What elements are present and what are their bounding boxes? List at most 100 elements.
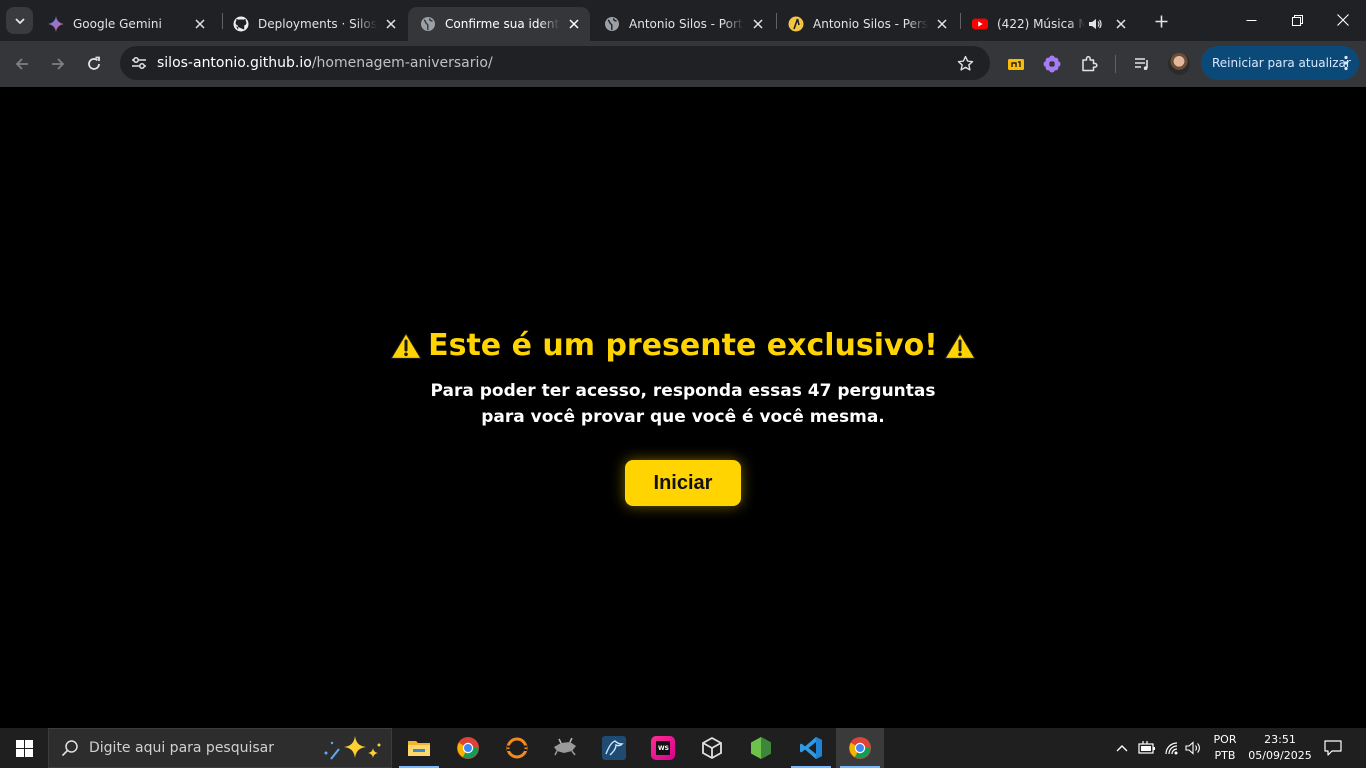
- address-bar[interactable]: silos-antonio.github.io/homenagem-aniver…: [120, 46, 990, 80]
- profile-avatar[interactable]: [1168, 53, 1190, 75]
- search-icon: [61, 740, 78, 757]
- taskbar-webstorm[interactable]: WS: [639, 728, 687, 768]
- flower-icon: [1043, 55, 1061, 73]
- network-tray-button[interactable]: [1163, 738, 1181, 758]
- extensions-button[interactable]: [1077, 52, 1101, 76]
- browser-tab-strip: Google Gemini Deployments · Silos-Antoni…: [0, 0, 1366, 41]
- volume-tray-button[interactable]: [1185, 738, 1203, 758]
- file-explorer-icon: [408, 741, 430, 756]
- forward-button[interactable]: [43, 49, 73, 79]
- wampserver-icon: [554, 738, 576, 756]
- heading-text: Este é um presente exclusivo!: [428, 328, 938, 363]
- taskbar-wampserver[interactable]: [541, 728, 589, 768]
- close-window-button[interactable]: [1320, 0, 1366, 40]
- tab-google-gemini[interactable]: Google Gemini: [36, 7, 216, 41]
- tab-confirme-identidade[interactable]: Confirme sua identidade: [408, 7, 590, 41]
- url-path: /homenagem-aniversario/: [311, 55, 493, 71]
- arrow-left-icon: [15, 58, 28, 70]
- url-text[interactable]: silos-antonio.github.io/homenagem-aniver…: [157, 55, 493, 71]
- reload-button[interactable]: [79, 49, 109, 79]
- access-message: Para poder ter acesso, responda essas 47…: [430, 381, 936, 427]
- windows-taskbar: Digite aqui para pesquisar WS POR PTB 23…: [0, 728, 1366, 768]
- custom-site-icon: [788, 16, 804, 32]
- restore-button[interactable]: [1274, 0, 1320, 40]
- chevron-up-icon: [1116, 745, 1128, 752]
- extension-flower-button[interactable]: [1040, 52, 1064, 76]
- tab-personal[interactable]: Antonio Silos - Personal: [776, 7, 958, 41]
- notifications-button[interactable]: [1318, 736, 1348, 760]
- back-button[interactable]: [7, 49, 37, 79]
- toolbar-separator: [1115, 55, 1116, 73]
- taskbar-chrome[interactable]: [444, 728, 492, 768]
- github-icon: [233, 16, 249, 32]
- windows-logo-icon: [15, 739, 33, 757]
- close-tab-icon[interactable]: [750, 16, 766, 32]
- start-button[interactable]: Iniciar: [625, 460, 741, 506]
- minimize-button[interactable]: [1228, 0, 1274, 40]
- taskbar-search-box[interactable]: Digite aqui para pesquisar: [48, 728, 392, 768]
- close-tab-icon[interactable]: [192, 16, 208, 32]
- tab-title: Confirme sua identidade: [445, 17, 560, 31]
- eclipse-icon: [506, 737, 528, 759]
- input-language-indicator[interactable]: POR PTB: [1212, 732, 1238, 764]
- taskbar-chrome-active[interactable]: [836, 728, 884, 768]
- unity-icon: [702, 736, 722, 760]
- webstorm-icon: WS: [651, 736, 675, 760]
- taskbar-file-explorer[interactable]: [395, 728, 443, 768]
- globe-icon: [420, 16, 436, 32]
- search-placeholder: Digite aqui para pesquisar: [89, 740, 275, 756]
- page-heading: Este é um presente exclusivo!: [390, 328, 976, 363]
- queue-music-icon: [1135, 58, 1148, 70]
- taskbar-vscode[interactable]: [787, 728, 835, 768]
- site-info-button[interactable]: [126, 50, 152, 76]
- tab-search-button[interactable]: [6, 7, 33, 34]
- new-tab-button[interactable]: [1150, 10, 1172, 32]
- plus-icon: [1155, 15, 1167, 27]
- more-vert-icon: [1344, 55, 1348, 71]
- restart-to-update-button[interactable]: Reiniciar para atualizar: [1201, 46, 1359, 80]
- minimize-icon: [1246, 19, 1256, 21]
- battery-plug-icon: [1138, 741, 1155, 754]
- bookmark-star-button[interactable]: [954, 52, 976, 74]
- wifi-icon: [1165, 742, 1178, 755]
- tab-title: Deployments · Silos-Antonio: [258, 17, 377, 31]
- taskbar-eclipse[interactable]: [493, 728, 541, 768]
- start-button-windows[interactable]: [0, 728, 48, 768]
- update-label: Reiniciar para atualizar: [1212, 56, 1351, 70]
- close-tab-icon[interactable]: [566, 16, 582, 32]
- chrome-icon: [457, 737, 479, 759]
- extension-badge-button[interactable]: [1004, 52, 1028, 76]
- keyboard-layout: PTB: [1214, 749, 1236, 762]
- extension-badge-icon: [1008, 59, 1024, 70]
- arrow-right-icon: [52, 58, 65, 70]
- clock-date: 05/09/2025: [1248, 749, 1312, 762]
- taskbar-mysql-workbench[interactable]: [590, 728, 638, 768]
- notification-icon: [1324, 740, 1342, 756]
- close-tab-icon[interactable]: [934, 16, 950, 32]
- close-icon: [1337, 14, 1349, 26]
- media-controls-button[interactable]: [1130, 52, 1154, 76]
- show-hidden-icons-button[interactable]: [1114, 738, 1130, 758]
- language-code: POR: [1213, 733, 1237, 746]
- chevron-down-icon: [14, 17, 25, 24]
- close-tab-icon[interactable]: [1113, 16, 1129, 32]
- tab-youtube-music[interactable]: (422) Música Mec: [960, 7, 1140, 41]
- taskbar-unity[interactable]: [688, 728, 736, 768]
- speaker-audio-icon[interactable]: [1087, 16, 1103, 32]
- url-host: silos-antonio.github.io: [157, 55, 312, 71]
- tab-deployments[interactable]: Deployments · Silos-Antonio: [221, 7, 407, 41]
- tab-portfolio[interactable]: Antonio Silos - Portfolio: [592, 7, 774, 41]
- tab-title: Google Gemini: [73, 17, 162, 31]
- volume-icon: [1185, 741, 1200, 755]
- tab-title: (422) Música Mec: [997, 17, 1085, 31]
- tab-title: Antonio Silos - Portfolio: [629, 17, 744, 31]
- taskbar-nodejs[interactable]: [737, 728, 785, 768]
- nodejs-icon: [751, 737, 771, 759]
- star-icon: [957, 55, 973, 71]
- close-tab-icon[interactable]: [383, 16, 399, 32]
- taskbar-clock[interactable]: 23:51 05/09/2025: [1246, 732, 1314, 764]
- battery-tray-button[interactable]: [1138, 738, 1156, 758]
- tab-title: Antonio Silos - Personal: [813, 17, 928, 31]
- vscode-icon: [800, 737, 822, 759]
- gemini-icon: [48, 16, 64, 32]
